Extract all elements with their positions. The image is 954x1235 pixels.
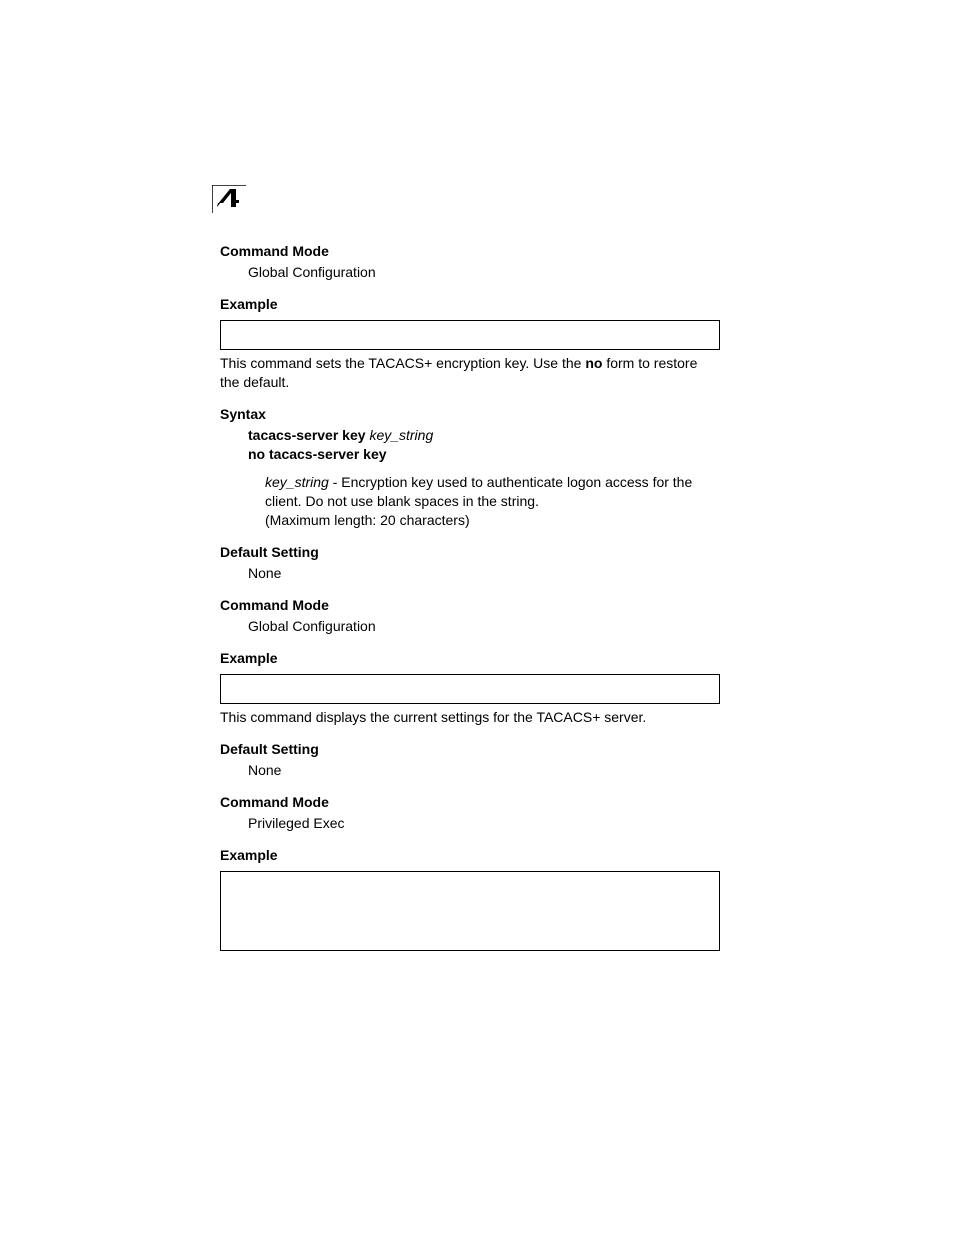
param-dash: - [329,474,341,490]
heading-syntax: Syntax [220,406,720,422]
param-block: key_string - Encryption key used to auth… [265,473,720,511]
text-command-mode-value: Global Configuration [248,263,720,282]
param-name: key_string [265,474,329,490]
text-default-value: None [248,761,720,780]
heading-default-setting: Default Setting [220,544,720,560]
text-default-value: None [248,564,720,583]
syntax-line-1: tacacs-server key key_string [248,426,720,445]
intro-bold: no [585,355,602,371]
syntax-cmd: tacacs-server key [248,427,369,443]
paragraph-intro: This command sets the TACACS+ encryption… [220,354,720,392]
chapter-marker [212,185,720,213]
syntax-line-2: no tacacs-server key [248,445,720,464]
text-command-mode-value: Global Configuration [248,617,720,636]
heading-command-mode: Command Mode [220,794,720,810]
heading-command-mode: Command Mode [220,243,720,259]
heading-example: Example [220,650,720,666]
example-box [220,674,720,704]
heading-example: Example [220,296,720,312]
heading-command-mode: Command Mode [220,597,720,613]
syntax-no-cmd: no tacacs-server key [248,446,387,462]
paragraph-intro: This command displays the current settin… [220,708,720,727]
heading-example: Example [220,847,720,863]
intro-pre: This command sets the TACACS+ encryption… [220,355,585,371]
param-maxlen: (Maximum length: 20 characters) [265,511,720,530]
chapter-icon [212,185,246,213]
syntax-arg: key_string [369,427,433,443]
text-command-mode-value: Privileged Exec [248,814,720,833]
example-box [220,320,720,350]
document-page: Command Mode Global Configuration Exampl… [220,185,720,951]
example-box [220,871,720,951]
heading-default-setting: Default Setting [220,741,720,757]
